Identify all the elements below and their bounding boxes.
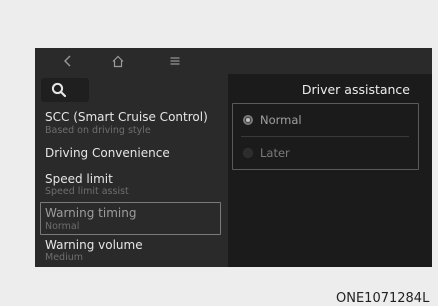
back-button[interactable]: [58, 52, 78, 70]
radio-checked-icon[interactable]: [243, 115, 253, 125]
menu-item-warning-timing[interactable]: Warning timing Normal: [40, 202, 221, 235]
home-button[interactable]: [108, 52, 128, 70]
search-button[interactable]: [41, 78, 89, 102]
menu-item-driving-convenience[interactable]: Driving Convenience: [41, 146, 223, 166]
menu-item-scc[interactable]: SCC (Smart Cruise Control) Based on driv…: [41, 110, 223, 140]
option-label: Later: [260, 146, 290, 160]
menu-item-speed-limit[interactable]: Speed limit Speed limit assist: [41, 172, 223, 202]
hamburger-menu-icon: [170, 57, 180, 65]
menu-item-subtitle: Normal: [45, 221, 80, 232]
option-later[interactable]: Later: [233, 138, 418, 168]
menu-item-title: Warning timing: [45, 206, 137, 220]
panel-title: Driver assistance: [301, 82, 410, 97]
option-list: Normal Later: [232, 103, 419, 170]
menu-item-title: Speed limit: [45, 172, 113, 186]
menu-item-warning-volume[interactable]: Warning volume Medium: [41, 238, 223, 266]
menu-item-title: Driving Convenience: [45, 146, 170, 160]
top-navigation-bar: [35, 48, 432, 74]
menu-item-title: Warning volume: [45, 238, 143, 252]
home-icon: [112, 55, 124, 67]
menu-item-subtitle: Based on driving style: [45, 125, 151, 136]
menu-item-title: SCC (Smart Cruise Control): [45, 110, 208, 124]
menu-item-subtitle: Speed limit assist: [45, 186, 129, 197]
menu-item-subtitle: Medium: [45, 252, 83, 263]
menu-button[interactable]: [165, 52, 185, 70]
divider: [241, 136, 409, 137]
radio-unchecked-icon[interactable]: [243, 148, 253, 158]
infotainment-screen: SCC (Smart Cruise Control) Based on driv…: [35, 48, 432, 267]
option-normal[interactable]: Normal: [233, 105, 418, 135]
search-icon: [51, 82, 67, 98]
settings-menu-pane: SCC (Smart Cruise Control) Based on driv…: [35, 74, 228, 267]
chevron-left-icon: [64, 55, 71, 67]
option-label: Normal: [260, 113, 302, 127]
